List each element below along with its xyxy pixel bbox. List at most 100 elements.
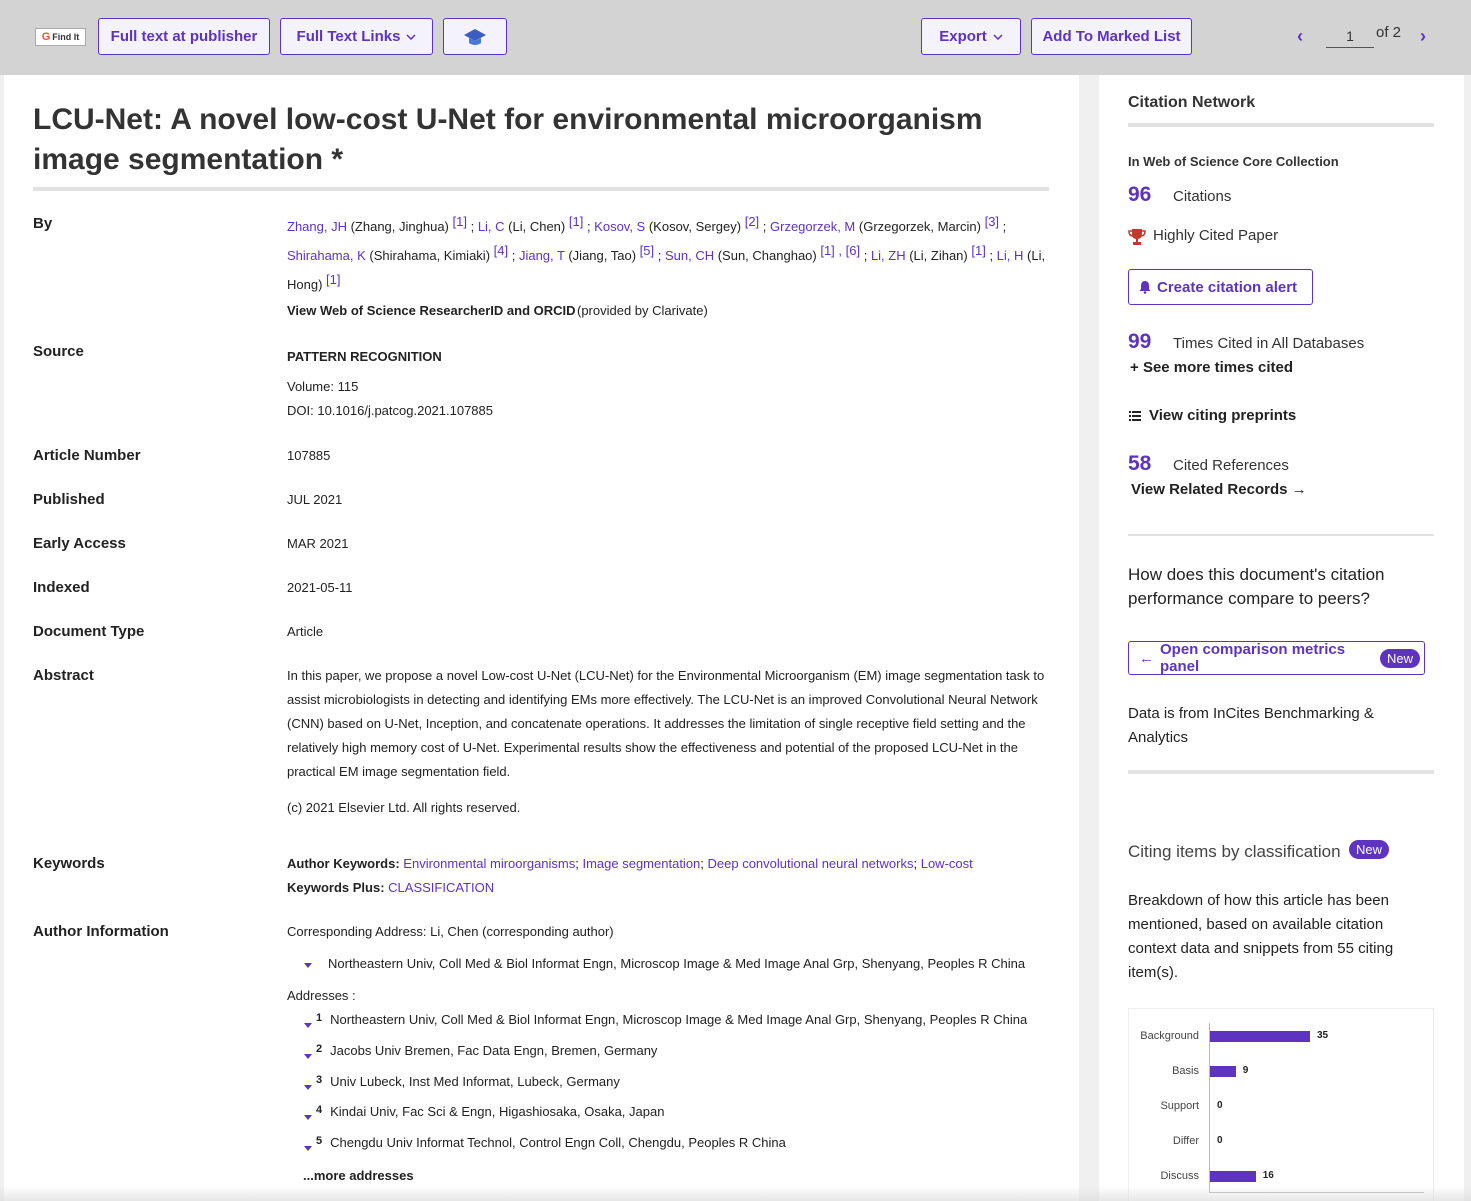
page-fade: [0, 1186, 1471, 1201]
affiliation-ref[interactable]: [1]: [326, 272, 340, 287]
title-divider: [33, 187, 1049, 191]
chart-bar[interactable]: [1210, 1171, 1256, 1182]
source-journal-link[interactable]: PATTERN RECOGNITION: [287, 349, 442, 364]
sidebar-divider: [1128, 534, 1434, 536]
address-item[interactable]: 4 Kindai Univ, Fac Sci & Engn, Higashiosa…: [304, 1104, 664, 1121]
address-text: Northeastern Univ, Coll Med & Biol Infor…: [330, 1012, 1028, 1027]
compare-question: How does this document's citation perfor…: [1128, 565, 1385, 608]
affiliation-ref[interactable]: [1] , [6]: [820, 243, 860, 258]
corresponding-address-text: Corresponding Address: Li, Chen (corresp…: [287, 924, 614, 939]
open-comparison-metrics-button[interactable]: ← Open comparison metrics panel New: [1128, 641, 1425, 675]
author-keyword-link[interactable]: Image segmentation: [582, 856, 700, 871]
author-link[interactable]: Grzegorzek, M: [770, 219, 855, 234]
author-keyword-link[interactable]: Low-cost: [921, 856, 973, 871]
separator: ;: [583, 219, 595, 234]
address-number: 2: [316, 1042, 323, 1055]
author-link[interactable]: Sun, CH: [665, 248, 714, 263]
author-keyword-link[interactable]: Deep convolutional neural networks: [708, 856, 914, 871]
affiliation-ref[interactable]: [3]: [985, 214, 999, 229]
article-number-value: 107885: [287, 448, 331, 463]
corresponding-address-value: Northeastern Univ, Coll Med & Biol Infor…: [328, 956, 1026, 971]
mortarboard-button[interactable]: [443, 18, 507, 55]
address-item[interactable]: 2 Jacobs Univ Bremen, Fac Data Engn, Brem…: [304, 1043, 657, 1059]
researcher-id-link[interactable]: View Web of Science ResearcherID and ORC…: [287, 303, 576, 318]
author-list: Zhang, JH (Zhang, Jinghua) [1] ; Li, C (…: [287, 210, 1049, 297]
findit-button[interactable]: G Find It: [35, 28, 86, 46]
address-item[interactable]: 3 Univ Lubeck, Inst Med Informat, Lubeck,…: [304, 1074, 620, 1090]
affiliation-ref[interactable]: [2]: [745, 214, 759, 229]
author-link[interactable]: Li, H: [997, 248, 1024, 263]
author-full-name: (Grzegorzek, Marcin): [855, 219, 985, 234]
chevron-down-icon: [406, 33, 416, 40]
author-full-name: (Jiang, Tao): [564, 248, 640, 263]
author-full-name: (Zhang, Jinghua): [346, 219, 453, 234]
breakdown-text: Breakdown of how this article has been m…: [1128, 892, 1394, 981]
separator: ;: [466, 219, 478, 234]
separator: ;: [508, 248, 519, 263]
separator: ;: [654, 248, 665, 263]
document-type-value: Article: [287, 624, 324, 639]
sidebar-divider: [1128, 123, 1434, 127]
affiliation-ref[interactable]: [1]: [971, 243, 985, 258]
view-citing-preprints-link[interactable]: View citing preprints: [1129, 407, 1296, 424]
separator: ;: [985, 248, 997, 263]
create-citation-alert-button[interactable]: Create citation alert: [1128, 269, 1313, 305]
source-label: Source: [33, 343, 84, 360]
author-full-name: (Sun, Changhao): [714, 248, 821, 263]
author-full-name: (Li, Chen): [504, 219, 569, 234]
all-databases-label: Times Cited in All Databases: [1173, 335, 1365, 352]
citations-label: Citations: [1173, 188, 1232, 205]
author-link[interactable]: Zhang, JH: [287, 219, 347, 234]
author-link[interactable]: Kosov, S: [594, 219, 645, 234]
author-link[interactable]: Li, C: [478, 219, 505, 234]
chevron-down-icon: [993, 33, 1003, 40]
early-access-value: MAR 2021: [287, 536, 349, 551]
affiliation-ref[interactable]: [1]: [453, 214, 467, 229]
next-page-icon[interactable]: ›: [1420, 26, 1426, 47]
keywords-plus-link[interactable]: CLASSIFICATION: [388, 880, 494, 895]
page-total: of 2: [1376, 24, 1402, 41]
author-keyword-link[interactable]: Environmental miroorganisms: [403, 856, 575, 871]
view-related-records-label: View Related Records: [1131, 481, 1288, 498]
previous-page-icon[interactable]: ‹: [1297, 26, 1303, 47]
full-text-publisher-button[interactable]: Full text at publisher: [98, 18, 270, 55]
findit-logo-icon: G: [41, 31, 51, 43]
view-related-records-link[interactable]: View Related Records →: [1131, 481, 1307, 498]
affiliation-ref[interactable]: [5]: [640, 243, 654, 258]
chart-value-label: 16: [1262, 1170, 1274, 1181]
caret-down-icon: [304, 1053, 312, 1059]
page-title: LCU-Net: A novel low-cost U-Net for envi…: [33, 103, 983, 176]
chart-category-label: Differ: [1172, 1135, 1199, 1147]
address-item[interactable]: 1 Northeastern Univ, Coll Med & Biol Info…: [304, 1012, 1027, 1028]
keywords-label: Keywords: [33, 855, 105, 872]
chart-bar[interactable]: [1210, 1031, 1310, 1042]
citations-count[interactable]: 96: [1128, 183, 1151, 207]
copyright-text: (c) 2021 Elsevier Ltd. All rights reserv…: [287, 800, 521, 815]
full-text-publisher-label: Full text at publisher: [110, 28, 258, 45]
corresponding-address-item[interactable]: Northeastern Univ, Coll Med & Biol Infor…: [304, 956, 1025, 971]
volume-text: Volume: 115: [287, 379, 359, 394]
abstract-label: Abstract: [33, 667, 94, 684]
separator: ;: [759, 219, 771, 234]
caret-down-icon: [304, 1084, 312, 1090]
add-to-marked-list-button[interactable]: Add To Marked List: [1031, 18, 1192, 55]
address-item[interactable]: 5 Chengdu Univ Informat Technol, Control …: [304, 1135, 786, 1152]
create-citation-alert-label: Create citation alert: [1157, 278, 1298, 296]
author-link[interactable]: Shirahama, K: [287, 248, 366, 263]
export-button[interactable]: Export: [921, 18, 1021, 55]
see-more-times-cited-button[interactable]: + See more times cited: [1130, 359, 1293, 376]
author-link[interactable]: Jiang, T: [519, 248, 565, 263]
all-databases-count[interactable]: 99: [1128, 330, 1151, 354]
provided-by-text: (provided by Clarivate): [577, 303, 708, 318]
page-number-input[interactable]: [1326, 24, 1374, 48]
cited-references-count[interactable]: 58: [1128, 452, 1151, 476]
chart-bar[interactable]: [1210, 1066, 1236, 1077]
author-link[interactable]: Li, ZH: [871, 248, 906, 263]
more-addresses-link[interactable]: ...more addresses: [303, 1168, 414, 1183]
affiliation-ref[interactable]: [4]: [494, 243, 508, 258]
incites-note: Data is from InCites Benchmarking & Anal…: [1128, 705, 1374, 746]
arrow-right-icon: →: [1291, 481, 1307, 498]
affiliation-ref[interactable]: [1]: [569, 214, 583, 229]
new-badge: New: [1349, 840, 1390, 859]
full-text-links-button[interactable]: Full Text Links: [280, 18, 433, 55]
